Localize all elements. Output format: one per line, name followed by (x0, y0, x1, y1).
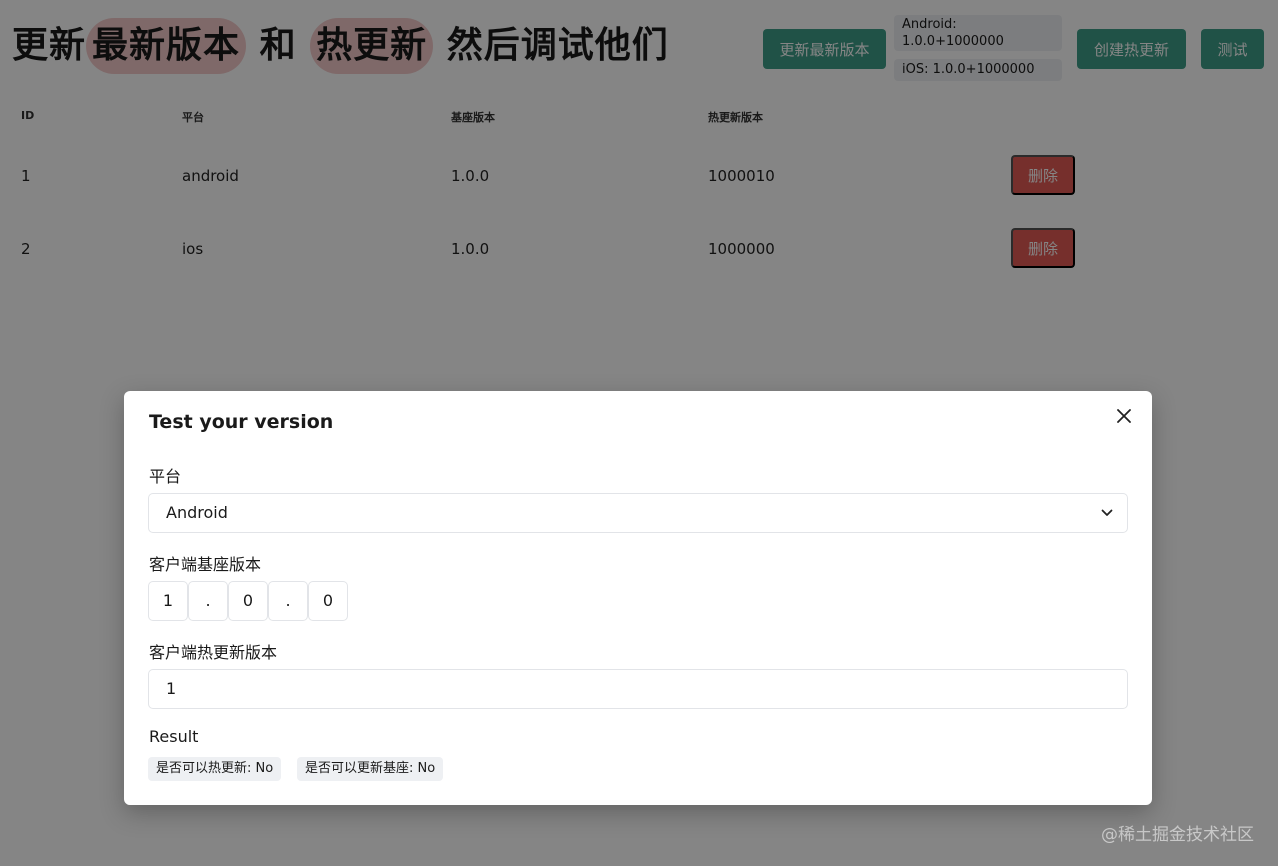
hot-version-label: 客户端热更新版本 (149, 643, 278, 662)
hot-version-input[interactable]: 1 (148, 669, 1128, 709)
result-label: Result (149, 727, 199, 746)
platform-select-value: Android (166, 503, 228, 522)
version-separator: . (268, 581, 308, 621)
base-minor-input[interactable]: 0 (228, 581, 268, 621)
platform-select[interactable]: Android (148, 493, 1128, 533)
platform-label: 平台 (149, 467, 182, 486)
can-hot-update-badge: 是否可以热更新: No (148, 757, 282, 781)
chevron-down-icon (1099, 494, 1115, 532)
close-icon[interactable] (1113, 405, 1135, 427)
watermark: @稀土掘金技术社区 (1101, 825, 1254, 845)
modal-title: Test your version (149, 411, 334, 433)
base-patch-input[interactable]: 0 (308, 581, 348, 621)
test-version-modal: Test your version 平台 Android 客户端基座版本 1 .… (124, 391, 1152, 805)
version-separator: . (188, 581, 228, 621)
base-version-label: 客户端基座版本 (149, 555, 262, 574)
can-update-base-badge: 是否可以更新基座: No (297, 757, 444, 781)
base-major-input[interactable]: 1 (148, 581, 188, 621)
